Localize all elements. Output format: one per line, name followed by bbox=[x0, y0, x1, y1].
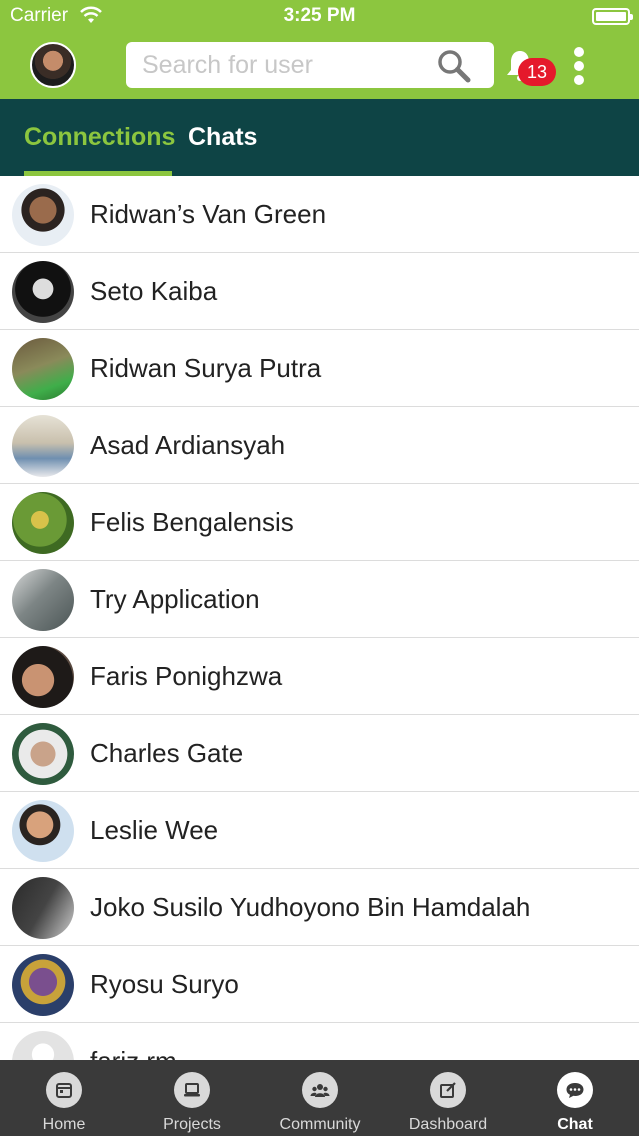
status-time: 3:25 PM bbox=[283, 5, 356, 26]
contact-avatar bbox=[12, 184, 74, 246]
list-item[interactable]: fariz rm bbox=[0, 1023, 639, 1060]
list-item[interactable]: Ryosu Suryo bbox=[0, 946, 639, 1023]
tab-chats[interactable]: Chats bbox=[188, 99, 257, 176]
contact-avatar bbox=[12, 261, 74, 323]
nav-home[interactable]: Home bbox=[0, 1060, 128, 1136]
tab-bar: Connections Chats bbox=[0, 99, 639, 176]
nav-label: Projects bbox=[163, 1116, 221, 1133]
list-item[interactable]: Asad Ardiansyah bbox=[0, 407, 639, 484]
chat-bubble-icon bbox=[557, 1072, 593, 1108]
user-avatar[interactable] bbox=[30, 42, 76, 88]
contact-avatar bbox=[12, 338, 74, 400]
contact-avatar bbox=[12, 1031, 74, 1060]
contact-name: Ridwan’s Van Green bbox=[90, 199, 327, 229]
nav-dashboard[interactable]: Dashboard bbox=[384, 1060, 512, 1136]
list-item[interactable]: Leslie Wee bbox=[0, 792, 639, 869]
list-item[interactable]: Charles Gate bbox=[0, 715, 639, 792]
battery-icon bbox=[592, 8, 633, 25]
contact-avatar bbox=[12, 954, 74, 1016]
more-options-icon[interactable] bbox=[573, 47, 585, 85]
contact-name: Try Application bbox=[90, 584, 260, 614]
contact-avatar bbox=[12, 492, 74, 554]
nav-label: Community bbox=[279, 1116, 361, 1133]
list-item[interactable]: Felis Bengalensis bbox=[0, 484, 639, 561]
contact-name: Ridwan Surya Putra bbox=[90, 353, 322, 383]
contact-avatar bbox=[12, 877, 74, 939]
contact-avatar bbox=[12, 415, 74, 477]
group-icon bbox=[302, 1072, 338, 1108]
contact-name: Asad Ardiansyah bbox=[90, 430, 286, 460]
contact-name: Seto Kaiba bbox=[90, 276, 218, 306]
tab-connections[interactable]: Connections bbox=[24, 99, 175, 176]
contact-avatar bbox=[12, 723, 74, 785]
calendar-icon bbox=[46, 1072, 82, 1108]
notification-badge: 13 bbox=[518, 58, 556, 86]
nav-label: Dashboard bbox=[408, 1116, 488, 1133]
nav-label: Chat bbox=[557, 1116, 593, 1133]
nav-label: Home bbox=[42, 1116, 86, 1133]
list-item[interactable]: Joko Susilo Yudhoyono Bin Hamdalah bbox=[0, 869, 639, 946]
contact-name: Charles Gate bbox=[90, 738, 244, 768]
status-bar: Carrier 3:25 PM bbox=[0, 0, 639, 34]
nav-projects[interactable]: Projects bbox=[128, 1060, 256, 1136]
bottom-navigation: Home Projects Community Dashboard Chat bbox=[0, 1060, 639, 1136]
nav-community[interactable]: Community bbox=[256, 1060, 384, 1136]
search-input[interactable] bbox=[142, 42, 432, 88]
contact-avatar bbox=[12, 800, 74, 862]
contact-name: Leslie Wee bbox=[90, 815, 219, 845]
contact-name: Faris Ponighzwa bbox=[90, 661, 283, 691]
contact-avatar bbox=[12, 646, 74, 708]
contact-name: Ryosu Suryo bbox=[90, 969, 239, 999]
contact-avatar bbox=[12, 569, 74, 631]
list-item[interactable]: Ridwan Surya Putra bbox=[0, 330, 639, 407]
laptop-icon bbox=[174, 1072, 210, 1108]
list-item[interactable]: Try Application bbox=[0, 561, 639, 638]
edit-icon bbox=[430, 1072, 466, 1108]
app-header: Carrier 3:25 PM 13 bbox=[0, 0, 639, 99]
connections-list[interactable]: Ridwan’s Van Green Seto Kaiba Ridwan Sur… bbox=[0, 176, 639, 1060]
list-item[interactable]: Seto Kaiba bbox=[0, 253, 639, 330]
nav-chat[interactable]: Chat bbox=[511, 1060, 639, 1136]
search-icon[interactable] bbox=[436, 48, 472, 84]
contact-name: fariz rm bbox=[90, 1023, 177, 1060]
list-item[interactable]: Faris Ponighzwa bbox=[0, 638, 639, 715]
contact-name: Felis Bengalensis bbox=[90, 507, 294, 537]
contact-name: Joko Susilo Yudhoyono Bin Hamdalah bbox=[90, 892, 531, 922]
list-item[interactable]: Ridwan’s Van Green bbox=[0, 176, 639, 253]
